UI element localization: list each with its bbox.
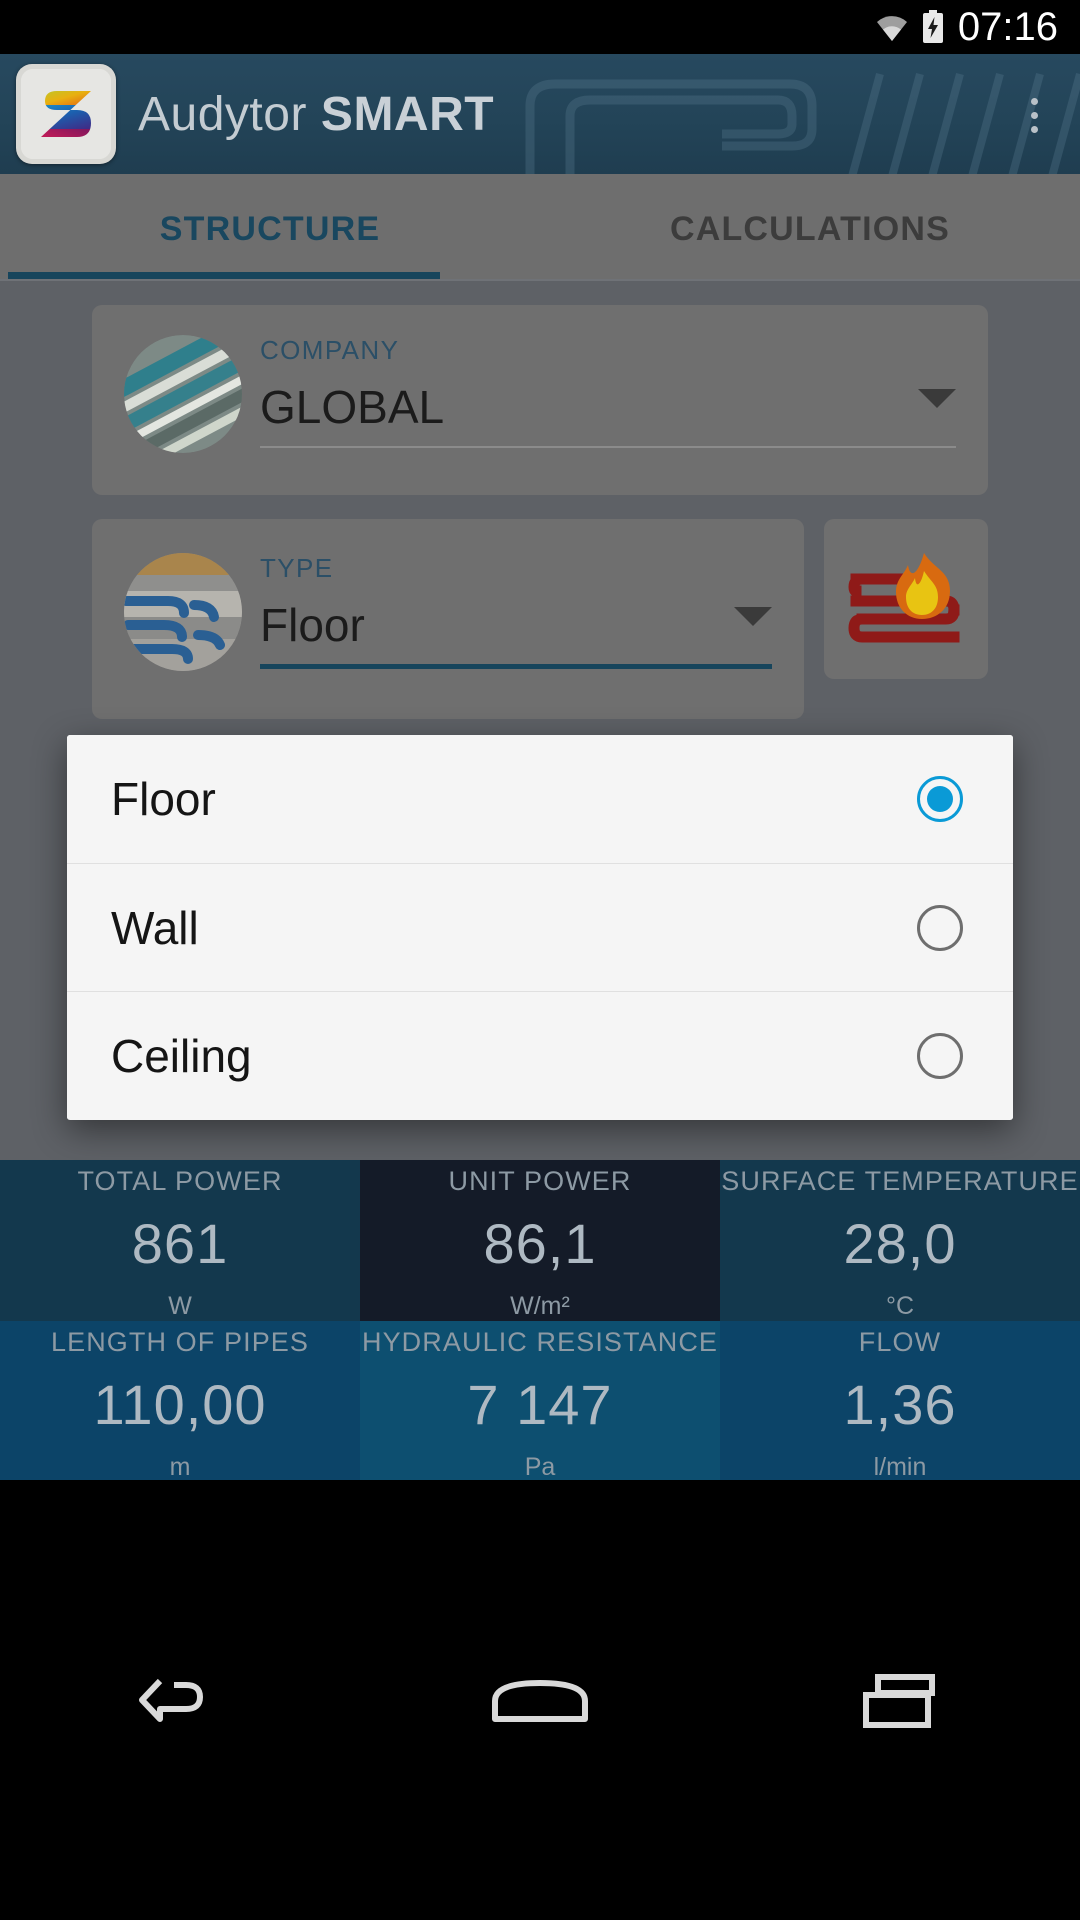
floor-pipes-thumb xyxy=(124,553,242,671)
battery-charging-icon xyxy=(922,10,944,44)
recent-apps-icon[interactable] xyxy=(800,1645,1000,1755)
type-card[interactable]: TYPE Floor xyxy=(92,519,804,719)
app-title-light: Audytor xyxy=(138,87,307,141)
appbar-decoration xyxy=(460,54,1080,174)
company-underline xyxy=(260,446,956,448)
chevron-down-icon[interactable] xyxy=(734,607,772,626)
radio-button-floor[interactable] xyxy=(917,776,963,822)
stat-value: 86,1 xyxy=(483,1212,597,1275)
tab-structure[interactable]: STRUCTURE xyxy=(0,174,540,284)
chevron-down-icon[interactable] xyxy=(918,389,956,408)
stat-label: FLOW xyxy=(858,1327,942,1357)
stat-label: LENGTH OF PIPES xyxy=(50,1327,310,1357)
status-clock: 07:16 xyxy=(957,5,1058,49)
tab-calculations[interactable]: CALCULATIONS xyxy=(540,174,1080,284)
stat-unit: l/min xyxy=(873,1453,927,1481)
android-navigation-bar xyxy=(0,1480,1080,1920)
floor-heating-tile[interactable] xyxy=(824,519,988,679)
radio-button-ceiling[interactable] xyxy=(917,1032,963,1079)
stat-value: 861 xyxy=(131,1212,229,1275)
dialog-option-wall[interactable]: Wall xyxy=(67,863,1013,991)
company-card[interactable]: COMPANY GLOBAL xyxy=(92,305,988,495)
stat-label: UNIT POWER xyxy=(448,1166,632,1196)
tab-bar: STRUCTURE CALCULATIONS xyxy=(0,174,1080,284)
stat-hydraulic-resistance: HYDRAULIC RESISTANCE 7 147 Pa xyxy=(360,1321,720,1482)
stat-value: 28,0 xyxy=(843,1212,957,1275)
company-building-thumb xyxy=(124,335,242,453)
dialog-option-label: Ceiling xyxy=(111,1029,252,1082)
app-title: Audytor SMART xyxy=(138,54,494,174)
type-selection-dialog: Floor Wall Ceiling xyxy=(67,735,1013,1120)
stat-value: 1,36 xyxy=(843,1373,957,1436)
status-bar: 07:16 xyxy=(0,0,1080,54)
app-title-bold: SMART xyxy=(320,87,495,141)
dialog-option-label: Wall xyxy=(111,901,199,954)
stat-label: TOTAL POWER xyxy=(77,1166,283,1196)
company-field[interactable]: COMPANY GLOBAL xyxy=(260,335,956,448)
wifi-icon xyxy=(874,12,910,42)
dialog-option-floor[interactable]: Floor xyxy=(67,735,1013,863)
type-label: TYPE xyxy=(260,553,334,583)
results-grid: TOTAL POWER 861 W UNIT POWER 86,1 W/m² S… xyxy=(0,1160,1080,1482)
stat-surface-temperature: SURFACE TEMPERATURE 28,0 °C xyxy=(720,1160,1080,1321)
floor-heating-flame-icon xyxy=(842,535,970,663)
type-field[interactable]: TYPE Floor xyxy=(260,553,772,669)
stat-value: 7 147 xyxy=(467,1373,613,1436)
stat-unit-power: UNIT POWER 86,1 W/m² xyxy=(360,1160,720,1321)
audytor-s-logo xyxy=(16,64,116,164)
stat-value: 110,00 xyxy=(93,1373,267,1436)
radio-button-wall[interactable] xyxy=(917,904,963,951)
dialog-option-label: Floor xyxy=(111,773,216,825)
back-arrow-icon[interactable] xyxy=(80,1645,280,1755)
tab-indicator xyxy=(8,272,440,279)
company-value: GLOBAL xyxy=(260,381,445,433)
company-label: COMPANY xyxy=(260,335,400,365)
stat-label: SURFACE TEMPERATURE xyxy=(721,1166,1079,1196)
stat-unit: Pa xyxy=(524,1453,556,1481)
stat-unit: m xyxy=(169,1453,191,1481)
stat-unit: W/m² xyxy=(510,1292,570,1320)
stat-label: HYDRAULIC RESISTANCE xyxy=(361,1327,719,1357)
stat-length-of-pipes: LENGTH OF PIPES 110,00 m xyxy=(0,1321,360,1482)
stat-unit: W xyxy=(168,1292,192,1320)
overflow-menu-icon[interactable] xyxy=(1010,86,1058,144)
status-icons xyxy=(874,10,944,44)
type-underline xyxy=(260,664,772,669)
type-value: Floor xyxy=(260,599,365,651)
stat-unit: °C xyxy=(885,1292,915,1320)
app-bar: Audytor SMART xyxy=(0,54,1080,174)
dialog-option-ceiling[interactable]: Ceiling xyxy=(67,991,1013,1119)
stat-flow: FLOW 1,36 l/min xyxy=(720,1321,1080,1482)
home-icon[interactable] xyxy=(440,1645,640,1755)
stat-total-power: TOTAL POWER 861 W xyxy=(0,1160,360,1321)
